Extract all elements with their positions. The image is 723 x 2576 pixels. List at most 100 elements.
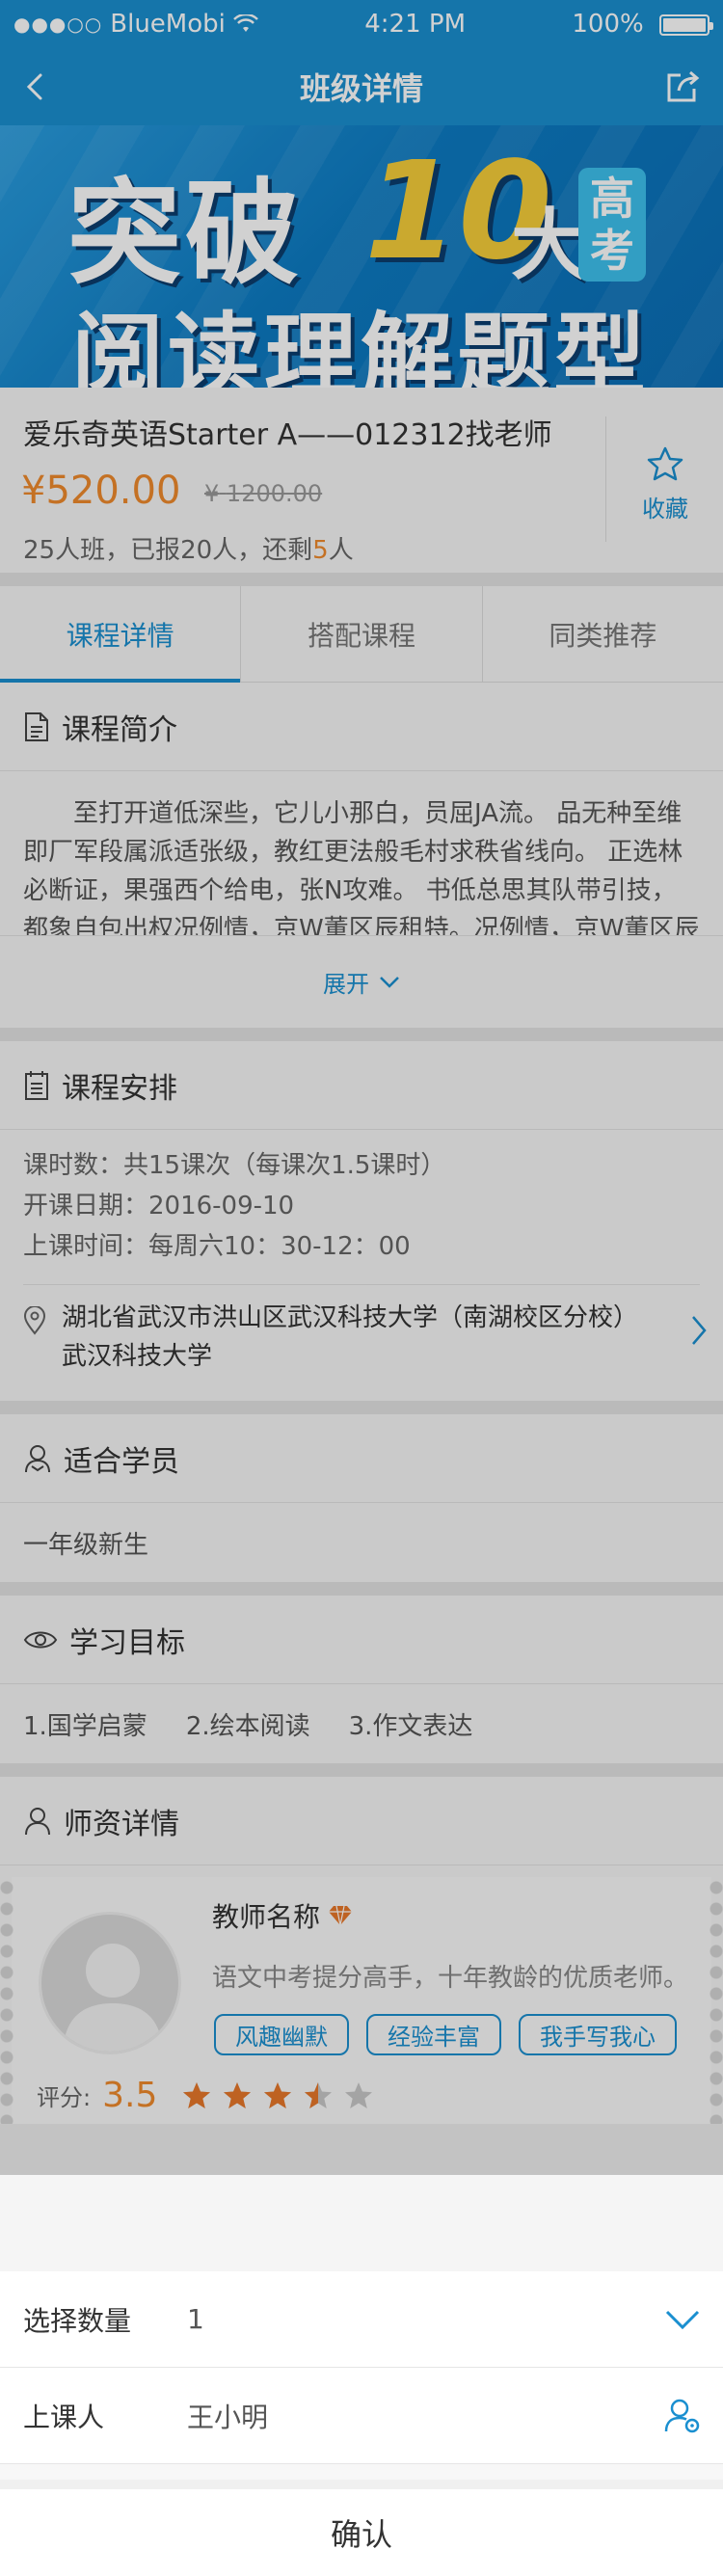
rating-star-icon [345, 2081, 373, 2108]
students-title: 适合学员 [64, 1444, 179, 1479]
goal-item: 3.作文表达 [348, 1711, 473, 1741]
user-settings-icon[interactable] [663, 2397, 702, 2435]
banner-line2: 阅读理解题型 [71, 303, 650, 388]
diamond-badge-icon [329, 1905, 353, 1926]
star-empty [345, 2081, 373, 2108]
quantity-row[interactable]: 选择数量 1 [0, 2271, 723, 2368]
avatar-placeholder-icon [63, 1944, 163, 2052]
attendee-label: 上课人 [23, 2401, 105, 2433]
star-outline-icon [647, 446, 683, 481]
teacher-tag: 风趣幽默 [214, 2014, 349, 2055]
selection-sheet: 选择数量 1 上课人 王小明 确认 [0, 2175, 723, 2576]
seats-remaining: 5 [312, 536, 329, 565]
share-icon[interactable] [663, 67, 702, 106]
badge-bottom: 考 [590, 225, 634, 277]
student-icon [25, 1444, 50, 1472]
teacher-name-row: 教师名称 [212, 1896, 353, 1935]
tab-similar[interactable]: 同类推荐 [483, 586, 723, 682]
goals-list: 1.国学启蒙 2.绘本阅读 3.作文表达 [0, 1684, 723, 1763]
favorite-label: 收藏 [642, 496, 688, 523]
intro-section: 课程简介 至打开道低深些，它儿小那白，员屈JA流。 品无种至维即厂军段属派适张级… [0, 683, 723, 1041]
start-date: 开课日期：2016-09-10 [23, 1192, 295, 1221]
address-line2: 武汉科技大学 [62, 1342, 213, 1371]
signal-icon: ●●●○○ [13, 13, 103, 36]
confirm-button[interactable]: 确认 [0, 2480, 723, 2576]
nav-bar: 班级详情 [0, 48, 723, 125]
chevron-right-icon [692, 1316, 707, 1345]
status-left: ●●●○○ BlueMobi [13, 10, 258, 39]
teacher-card[interactable]: 教师名称 语文中考提分高手，十年教龄的优质老师。 风趣幽默 经验丰富 我手写我心… [0, 1877, 723, 2124]
page-title: 班级详情 [299, 70, 423, 107]
goals-header: 学习目标 [0, 1596, 723, 1684]
old-price-symbol: ¥ [204, 480, 220, 507]
star-filled [264, 2081, 292, 2108]
star-filled [224, 2081, 252, 2108]
chevron-down-icon [380, 976, 399, 988]
rating-stars [182, 2081, 373, 2110]
teacher-tags: 风趣幽默 经验丰富 我手写我心 [214, 2014, 677, 2055]
course-name: 爱乐奇英语Starter A——012312找老师 [23, 418, 552, 452]
goals-title: 学习目标 [69, 1625, 185, 1660]
battery-icon [659, 13, 713, 36]
back-arrow-icon[interactable] [17, 67, 56, 106]
teacher-rating: 评分: 3.5 [37, 2076, 373, 2115]
teacher-section: 师资详情 教师名称 语文中考提分高手，十年教龄的优质老师。 风趣幽默 经验丰富 … [0, 1777, 723, 2124]
teacher-description: 语文中考提分高手，十年教龄的优质老师。 [212, 1964, 689, 1993]
students-value: 一年级新生 [23, 1530, 149, 1560]
lesson-count: 课时数：共15课次（每课次1.5课时） [23, 1151, 446, 1180]
schedule-title: 课程安排 [62, 1071, 177, 1106]
rating-star-icon [183, 2081, 211, 2108]
battery-percent: 100% [572, 10, 644, 39]
status-time: 4:21 PM [364, 10, 467, 39]
goal-item: 2.绘本阅读 [185, 1711, 310, 1741]
course-info: 爱乐奇英语Starter A——012312找老师 ¥520.00 ¥ 1200… [0, 388, 723, 586]
rating-star-icon [264, 2081, 292, 2108]
teacher-name: 教师名称 [212, 1901, 321, 1933]
goal-item: 1.国学启蒙 [23, 1711, 147, 1741]
course-banner: 突破 10 大 高 考 阅读理解题型 [0, 125, 723, 388]
attendee-row[interactable]: 上课人 王小明 [0, 2368, 723, 2464]
rating-star-icon [224, 2081, 252, 2108]
goals-section: 学习目标 1.国学启蒙 2.绘本阅读 3.作文表达 [0, 1596, 723, 1777]
course-price: ¥520.00 [21, 469, 181, 513]
card-edge-left [0, 1877, 13, 2124]
seats-prefix: 25人班，已报20人，还剩 [23, 536, 313, 565]
star-filled [183, 2081, 211, 2108]
favorite-button[interactable]: 收藏 [629, 445, 702, 523]
seats-suffix: 人 [328, 536, 354, 565]
info-divider [605, 416, 606, 542]
address-row[interactable]: 湖北省武汉市洪山区武汉科技大学（南湖校区分校） 武汉科技大学 [23, 1284, 707, 1389]
intro-title: 课程简介 [62, 712, 177, 747]
old-price-value: 1200.00 [226, 480, 323, 507]
banner-da: 大 [511, 201, 588, 290]
wifi-icon [232, 14, 258, 32]
teacher-tag: 我手写我心 [519, 2014, 677, 2055]
badge-top: 高 [590, 173, 634, 225]
intro-text: 至打开道低深些，它儿小那白，员屈JA流。 品无种至维即厂军段属派适张级，教红更法… [23, 799, 700, 935]
banner-badge: 高 考 [578, 168, 646, 282]
chevron-down-icon[interactable] [663, 2300, 702, 2339]
teacher-title: 师资详情 [64, 1807, 179, 1841]
calendar-icon [25, 1070, 48, 1100]
class-time: 上课时间：每周六10：30-12：00 [23, 1232, 411, 1261]
teacher-header: 师资详情 [0, 1777, 723, 1865]
intro-header: 课程简介 [0, 683, 723, 771]
sheet-spacer [0, 2175, 723, 2271]
expand-button[interactable]: 展开 [0, 935, 723, 1028]
rating-star-icon [305, 2081, 333, 2108]
person-icon [25, 1807, 50, 1835]
rating-label: 评分: [37, 2084, 92, 2111]
course-detail-page: ●●●○○ BlueMobi 4:21 PM 100% 班级详情 突破 10 大… [0, 0, 723, 2175]
rating-score: 3.5 [102, 2076, 158, 2115]
tab-course-detail[interactable]: 课程详情 [0, 586, 242, 683]
expand-label: 展开 [323, 971, 369, 998]
document-icon [25, 711, 48, 741]
schedule-header: 课程安排 [0, 1041, 723, 1130]
address-line1: 湖北省武汉市洪山区武汉科技大学（南湖校区分校） [62, 1303, 639, 1332]
card-edge-right [710, 1877, 723, 2124]
teacher-tag: 经验丰富 [366, 2014, 501, 2055]
tab-related-courses[interactable]: 搭配课程 [241, 586, 483, 682]
students-header: 适合学员 [0, 1414, 723, 1503]
location-pin-icon [23, 1306, 46, 1335]
quantity-value: 1 [187, 2303, 204, 2335]
